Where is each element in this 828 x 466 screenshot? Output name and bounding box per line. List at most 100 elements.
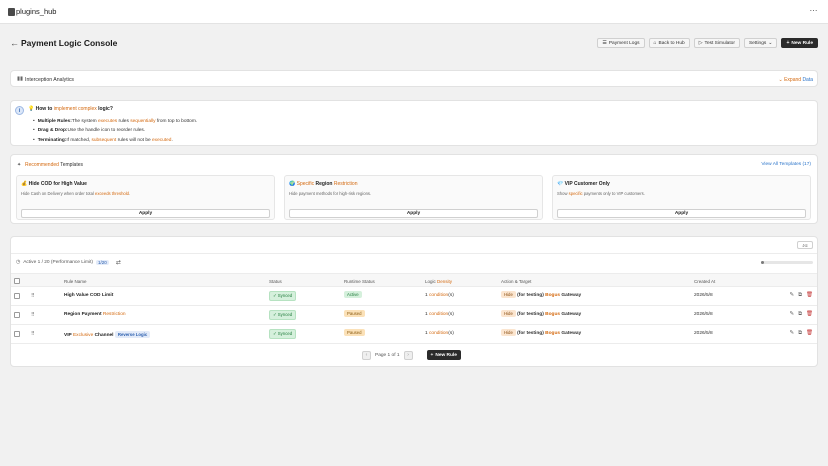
refresh-icon[interactable]: ⇄	[116, 259, 121, 266]
tip-text: from top to bottom.	[155, 119, 198, 124]
runtime-cell: Active	[344, 291, 362, 298]
edit-icon[interactable]: ✎	[789, 330, 794, 337]
apply-template-button[interactable]: Apply	[289, 209, 538, 218]
logic-cell: 1 condition(s)	[425, 312, 454, 317]
runtime-badge: Active	[344, 291, 362, 298]
tip-text: rules	[117, 119, 131, 124]
template-desc: Hide payment methods for high-risk regio…	[289, 191, 372, 196]
edit-icon[interactable]: ✎	[789, 292, 794, 299]
logic-link[interactable]: condition	[429, 312, 448, 317]
howto-title-a: How to	[35, 106, 53, 112]
chevron-down-icon: ⌄	[768, 39, 773, 46]
howto-title-highlight: implement complex	[53, 106, 97, 112]
template-card-region: 🌍 Specific Region Restriction Hide payme…	[284, 175, 543, 220]
test-simulator-button[interactable]: ▷ Test Simulator	[693, 38, 740, 48]
template-name: 🌍 Specific Region Restriction	[289, 181, 358, 187]
template-desc-text: payments only to VIP customers.	[582, 191, 645, 196]
sparkle-icon: ✦	[17, 162, 22, 168]
rule-limit-progress	[761, 261, 813, 264]
target-highlight: Bogus	[545, 331, 561, 336]
more-menu-icon[interactable]: ⋯	[810, 6, 819, 15]
next-page-button[interactable]: ›	[403, 350, 413, 360]
template-desc-text: .	[129, 191, 131, 196]
delete-icon[interactable]: 🗑	[806, 330, 813, 337]
logic-suffix: (s)	[448, 293, 454, 298]
tip-text: rules will not be	[116, 137, 152, 143]
payment-logs-button[interactable]: ☰ Payment Logs	[597, 38, 645, 48]
row-checkbox[interactable]	[14, 331, 20, 337]
drag-handle-icon[interactable]: ⠿	[31, 293, 35, 299]
template-name-highlight: Specific	[296, 181, 315, 187]
drag-handle-icon[interactable]: ⠿	[31, 312, 35, 318]
howto-banner: i 💡 How to implement complex logic? Mult…	[10, 100, 818, 146]
col-runtime-status: Runtime Status	[344, 279, 375, 284]
target-text: Gateway	[560, 293, 582, 298]
action-badge: Hide	[501, 329, 516, 336]
list-icon: ☰	[602, 39, 607, 46]
row-actions: ✎ ⧉ 🗑	[789, 330, 813, 337]
templates-title: Recommended Templates	[25, 162, 83, 168]
target-highlight: Bogus	[545, 293, 561, 298]
created-at: 2026/5/8	[694, 293, 713, 298]
table-row[interactable]: ⠿ Region Payment Restriction ✓ Synced Pa…	[11, 306, 817, 325]
new-rule-bottom-button[interactable]: + New Rule	[426, 350, 461, 360]
clock-icon: ◷	[16, 260, 21, 265]
template-desc: Hide Cash on Delivery when order total e…	[21, 191, 130, 196]
settings-button[interactable]: Settings ⌄	[743, 38, 778, 48]
plus-icon: +	[430, 352, 434, 358]
copy-icon[interactable]: ⧉	[798, 292, 802, 299]
row-checkbox[interactable]	[14, 312, 20, 318]
rule-limit-text: Active 1 / 20 (Performance Limit)	[23, 260, 94, 265]
row-checkbox[interactable]	[14, 293, 20, 299]
apply-template-button[interactable]: Apply	[557, 209, 806, 218]
edit-icon[interactable]: ✎	[789, 311, 794, 318]
template-name-highlight: Restriction	[333, 181, 358, 187]
templates-panel: ✦ Recommended Templates View All Templat…	[10, 154, 818, 224]
prev-page-button[interactable]: ‹	[362, 350, 371, 360]
runtime-badge: Paused	[344, 310, 365, 317]
rule-limit-status: ◷ Active 1 / 20 (Performance Limit) 1/20…	[16, 259, 121, 266]
runtime-cell: Paused	[344, 310, 365, 317]
table-row[interactable]: ⠿ High Value COD Limit ✓ Synced Active 1…	[11, 287, 817, 306]
logic-link[interactable]: condition	[429, 293, 448, 298]
delete-icon[interactable]: 🗑	[806, 292, 813, 299]
back-arrow-icon[interactable]: ←	[10, 38, 19, 48]
rule-name-highlight: Exclusive	[72, 333, 94, 338]
created-at: 2026/5/8	[694, 331, 713, 336]
target-text: Gateway	[560, 312, 582, 317]
table-row[interactable]: ⠿ VIP Exclusive Channel Reverse Logic ✓ …	[11, 325, 817, 344]
synced-badge: ✓ Synced	[269, 291, 297, 301]
template-desc-highlight: exceeds threshold	[95, 191, 130, 196]
select-all-checkbox[interactable]	[14, 278, 20, 284]
analytics-panel: ▮▮ Interception Analytics ⌄ Expand Data	[10, 70, 818, 87]
template-desc-text: Show	[557, 191, 569, 196]
apply-template-button[interactable]: Apply	[21, 209, 270, 218]
expand-data-toggle[interactable]: ⌄ Expand Data	[778, 77, 813, 83]
action-cell: Hide (for testing) Bogus Gateway	[501, 291, 581, 298]
search-filter-button[interactable]: ⌕ ≡	[797, 241, 813, 249]
copy-icon[interactable]: ⧉	[798, 311, 802, 318]
rule-name: High Value COD Limit	[64, 293, 114, 298]
view-all-templates-link[interactable]: View All Templates (17)	[761, 162, 811, 167]
col-density-label: Density	[437, 279, 453, 284]
logic-suffix: (s)	[448, 331, 454, 336]
app-title: plugins_hub	[16, 7, 57, 16]
new-rule-button[interactable]: + New Rule	[781, 38, 818, 48]
logic-link[interactable]: condition	[429, 331, 448, 336]
col-action-target: Action & Target	[501, 279, 532, 284]
delete-icon[interactable]: 🗑	[806, 311, 813, 318]
target-highlight: Bogus	[545, 312, 561, 317]
drag-handle-icon[interactable]: ⠿	[31, 331, 35, 337]
plus-icon: +	[786, 39, 790, 46]
target-text: Gateway	[560, 331, 582, 336]
reverse-logic-tag: Reverse Logic	[114, 331, 151, 338]
back-to-hub-button[interactable]: ⌂ Back to Hub	[648, 38, 690, 48]
target-text: (for testing)	[515, 293, 546, 298]
template-card-vip: 💎 VIP Customer Only Show specific paymen…	[552, 175, 811, 220]
copy-icon[interactable]: ⧉	[798, 330, 802, 337]
action-badge: Hide	[501, 310, 516, 317]
templates-title-highlight: Recommended	[25, 162, 59, 168]
new-rule-label: New Rule	[435, 352, 457, 358]
rule-name-highlight: Restriction	[102, 312, 126, 317]
tip-highlight: executes	[97, 119, 118, 124]
